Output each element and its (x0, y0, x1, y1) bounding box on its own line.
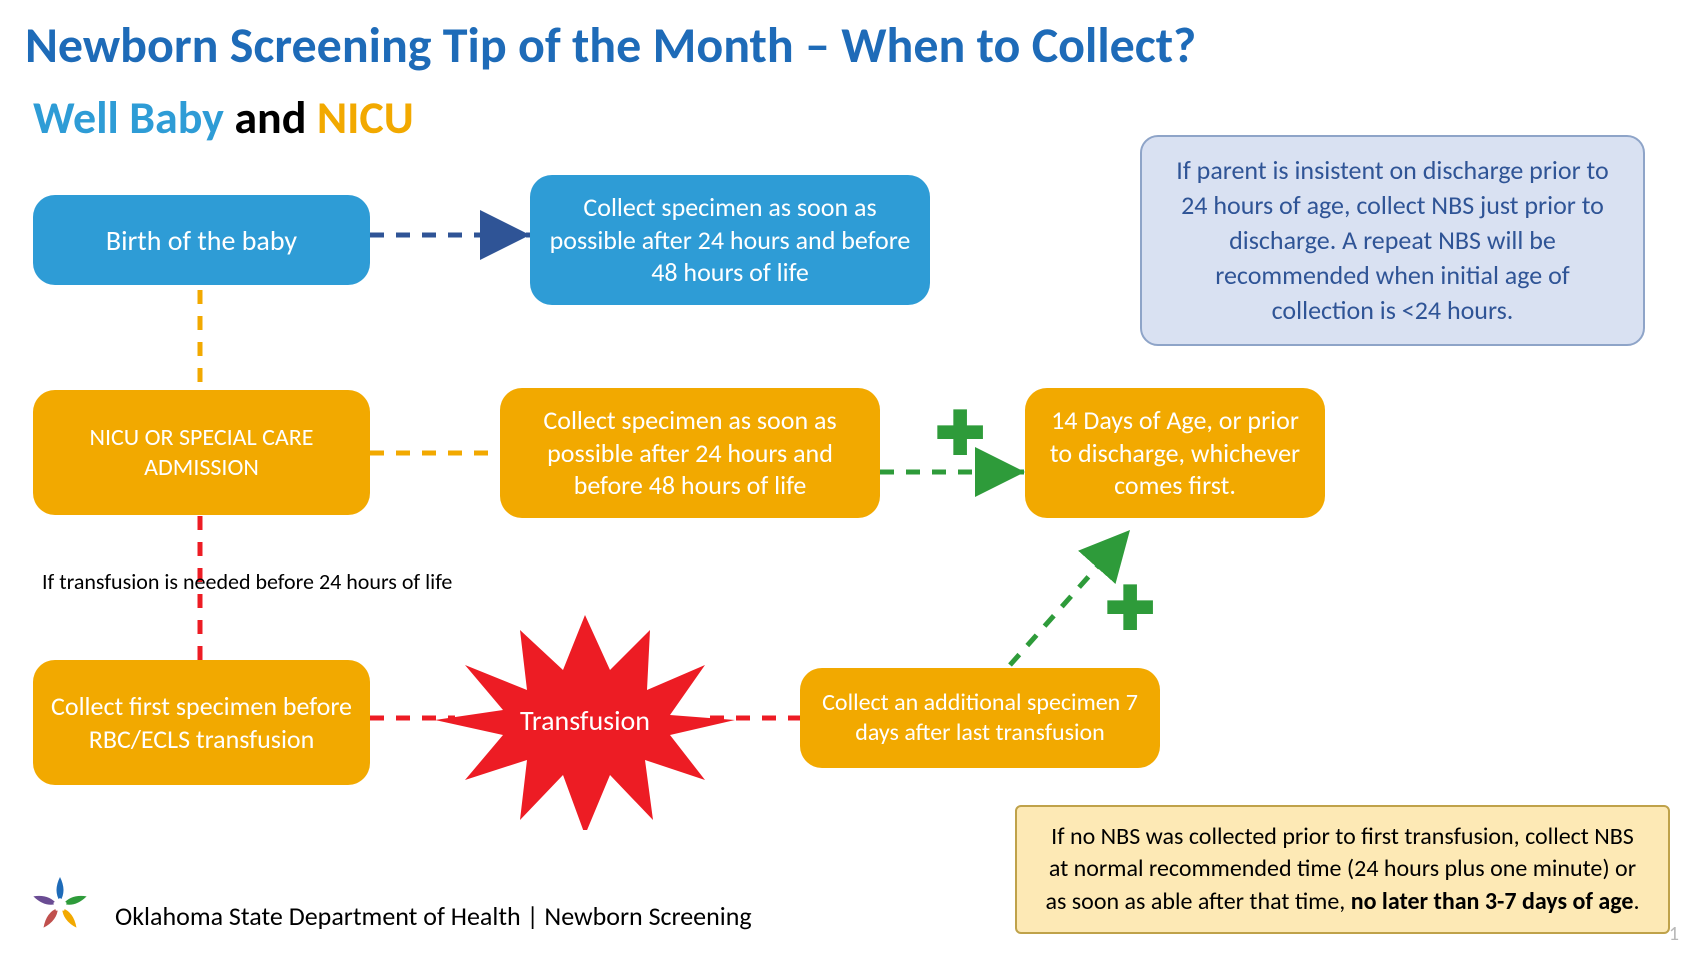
page-title: Newborn Screening Tip of the Month – Whe… (25, 15, 1196, 76)
subtitle-and: and (224, 90, 317, 146)
plus-icon: ✚ (935, 405, 985, 465)
footer-agency: Oklahoma State Department of Health | Ne… (115, 900, 752, 932)
subtitle: Well Baby and NICU (33, 90, 414, 146)
label-if-transfusion: If transfusion is needed before 24 hours… (42, 568, 452, 595)
node-fourteen-days: 14 Days of Age, or prior to discharge, w… (1025, 388, 1325, 518)
subtitle-nicu: NICU (317, 90, 414, 146)
node-additional-specimen: Collect an additional specimen 7 days af… (800, 668, 1160, 768)
subtitle-well: Well Baby (33, 90, 224, 146)
node-nicu-admission: NICU OR SPECIAL CARE ADMISSION (33, 390, 370, 515)
page-number: 1 (1669, 922, 1679, 946)
node-transfusion-starburst: Transfusion (435, 610, 735, 830)
transfusion-label: Transfusion (520, 703, 650, 738)
note-no-nbs: If no NBS was collected prior to first t… (1015, 805, 1670, 934)
node-birth: Birth of the baby (33, 195, 370, 285)
node-collect-well: Collect specimen as soon as possible aft… (530, 175, 930, 305)
node-first-specimen: Collect first specimen before RBC/ECLS t… (33, 660, 370, 785)
agency-logo-icon (25, 870, 95, 940)
plus-icon: ✚ (1105, 580, 1155, 640)
note-early-discharge: If parent is insistent on discharge prio… (1140, 135, 1645, 346)
node-collect-nicu: Collect specimen as soon as possible aft… (500, 388, 880, 518)
